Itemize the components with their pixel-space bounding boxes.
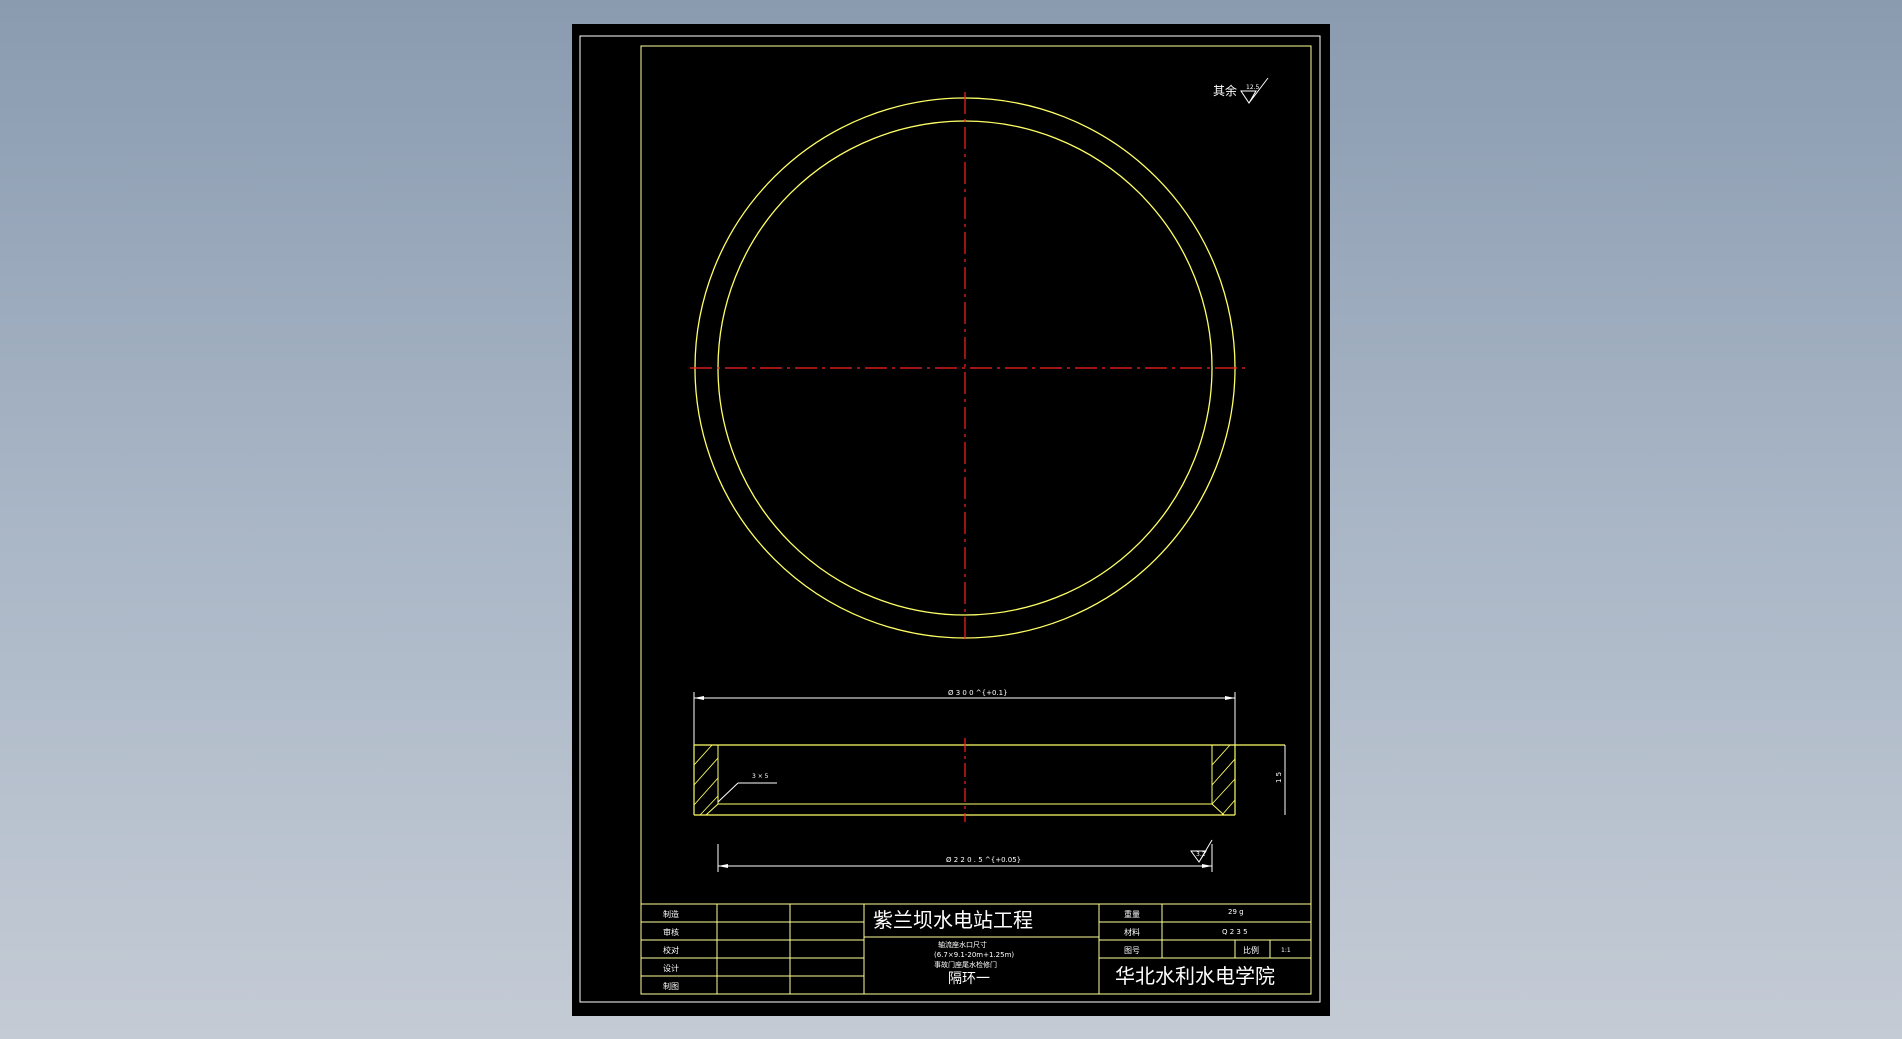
part-name: 隔环一 (948, 971, 990, 987)
roughness-note-label: 其余 (1213, 83, 1237, 98)
tb-label-draw: 制图 (663, 981, 679, 991)
drawing-no-label: 图号 (1124, 946, 1140, 955)
description-line-1: 轴流座水口尺寸 (938, 940, 987, 949)
scale-value: 1:1 (1281, 947, 1291, 954)
weight-value: 29 g (1228, 908, 1244, 916)
description-line-3: 事故门座尾水检修门 (934, 960, 997, 969)
drawing-stage: 其余 12.5 Ø 3 0 0 ^{+0.1} 1 5 3 × 5 Ø 2 2 … (572, 24, 1330, 1016)
material-label: 材料 (1124, 927, 1140, 937)
leader-note: 3 × 5 (752, 773, 769, 780)
weight-label: 重量 (1124, 909, 1140, 919)
drawing-sheet (572, 24, 1330, 1016)
bottom-dimension-label: Ø 2 2 0 . 5 ^{+0.05} (946, 856, 1021, 864)
top-dimension-label: Ø 3 0 0 ^{+0.1} (948, 689, 1008, 697)
project-title: 紫兰坝水电站工程 (873, 908, 1033, 932)
tb-label-make: 制造 (663, 909, 679, 919)
material-value: Q 2 3 5 (1222, 928, 1248, 936)
tb-label-check: 校对 (663, 945, 679, 955)
section-roughness-value: 3.2 (1196, 851, 1206, 858)
roughness-note-value: 12.5 (1246, 84, 1260, 91)
scale-label: 比例 (1243, 945, 1259, 955)
description-line-2: (6.7×9.1-20m+1.25m) (934, 951, 1014, 959)
side-dimension-label: 1 5 (1275, 772, 1283, 783)
tb-label-review: 审核 (663, 927, 679, 937)
tb-label-design: 设计 (663, 963, 679, 973)
institution-name: 华北水利水电学院 (1115, 964, 1275, 988)
